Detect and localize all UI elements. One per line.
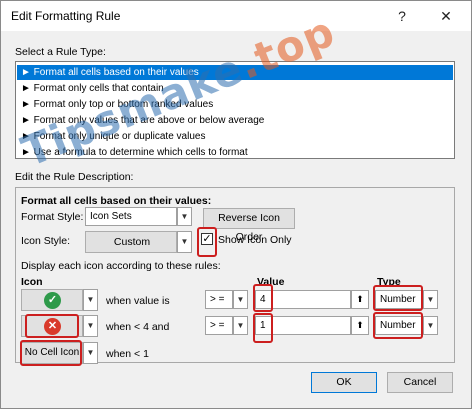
icon-picker[interactable]: ✓: [21, 289, 83, 311]
highlight-box: [253, 284, 273, 312]
highlight-box: [197, 227, 217, 257]
condition-label: when value is: [106, 295, 170, 307]
rule-type-item[interactable]: ► Format only values that are above or b…: [17, 113, 453, 128]
rule-type-item[interactable]: ► Format only top or bottom ranked value…: [17, 97, 453, 112]
reverse-icon-order-button[interactable]: Reverse Icon Order: [203, 208, 295, 243]
highlight-box: [373, 285, 423, 311]
chevron-down-icon[interactable]: ▼: [177, 231, 192, 253]
rule-type-item[interactable]: ► Format only unique or duplicate values: [17, 129, 453, 144]
icon-style-label: Icon Style:: [21, 235, 71, 247]
close-icon[interactable]: ✕: [433, 5, 459, 27]
condition-label: when < 4 and: [106, 321, 170, 333]
rules-caption: Display each icon according to these rul…: [21, 260, 221, 272]
icon-style-select[interactable]: Custom: [85, 231, 177, 253]
highlight-box: [25, 314, 79, 338]
rule-type-item[interactable]: ► Format only cells that contain: [17, 81, 453, 96]
ok-button[interactable]: OK: [311, 372, 377, 393]
chevron-down-icon[interactable]: ▼: [233, 290, 248, 309]
green-check-icon: ✓: [44, 292, 61, 309]
title-bar: Edit Formatting Rule ? ✕: [1, 1, 471, 31]
range-select-icon[interactable]: ⬆: [351, 290, 369, 309]
operator-select[interactable]: > =: [205, 316, 233, 335]
help-icon[interactable]: ?: [389, 5, 415, 27]
highlight-box: [253, 313, 273, 343]
icon-column-header: Icon: [21, 276, 43, 288]
chevron-down-icon[interactable]: ▼: [83, 342, 98, 364]
chevron-down-icon[interactable]: ▼: [423, 290, 438, 309]
chevron-down-icon[interactable]: ▼: [423, 316, 438, 335]
highlight-box: [20, 340, 82, 366]
show-icon-only-label: Show Icon Only: [218, 234, 292, 246]
rule-type-label: Select a Rule Type:: [15, 46, 106, 58]
icon-style-value: Custom: [113, 236, 151, 248]
description-heading: Format all cells based on their values:: [21, 195, 212, 207]
rule-type-item[interactable]: ► Use a formula to determine which cells…: [17, 145, 453, 160]
rule-description-label: Edit the Rule Description:: [15, 171, 134, 183]
edit-formatting-rule-dialog: Edit Formatting Rule ? ✕ Select a Rule T…: [0, 0, 472, 409]
rule-type-list[interactable]: ► Format all cells based on their values…: [15, 61, 455, 159]
operator-select[interactable]: > =: [205, 290, 233, 309]
window-title: Edit Formatting Rule: [11, 9, 121, 23]
format-style-select[interactable]: Icon Sets: [85, 207, 177, 226]
chevron-down-icon[interactable]: ▼: [83, 315, 98, 337]
condition-label: when < 1: [106, 348, 149, 360]
chevron-down-icon[interactable]: ▼: [233, 316, 248, 335]
rule-type-item[interactable]: ► Format all cells based on their values: [17, 65, 453, 80]
chevron-down-icon[interactable]: ▼: [83, 289, 98, 311]
format-style-label: Format Style:: [21, 211, 84, 223]
highlight-box: [373, 312, 423, 339]
chevron-down-icon[interactable]: ▼: [177, 207, 192, 226]
range-select-icon[interactable]: ⬆: [351, 316, 369, 335]
cancel-button[interactable]: Cancel: [387, 372, 453, 393]
